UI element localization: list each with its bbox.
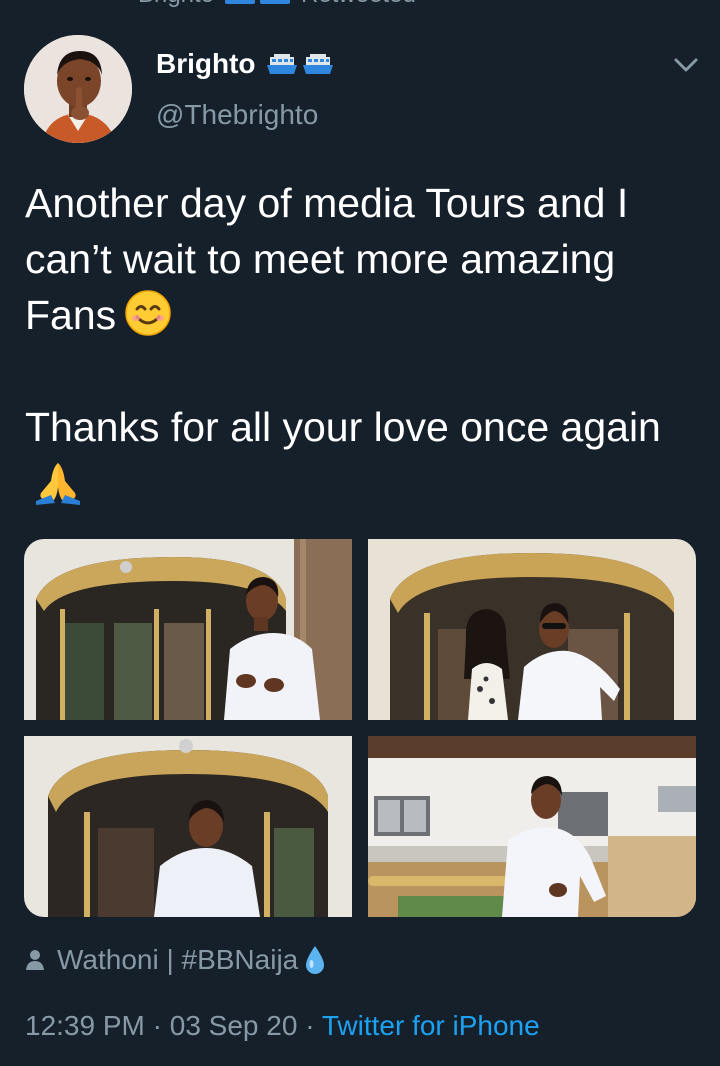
photo-couple-at-revolving-door (368, 539, 696, 720)
retweeter-name: Brighto (138, 0, 214, 9)
photo-man-sitting-at-revolving-door (24, 736, 352, 917)
meta-separator: · (144, 1010, 170, 1041)
media-photo-1[interactable] (24, 539, 352, 720)
tweet-text: Another day of media Tours and I can’t w… (25, 175, 705, 511)
tweet-client-link[interactable]: Twitter for iPhone (322, 1010, 540, 1041)
tweet-date: 03 Sep 20 (169, 1010, 298, 1041)
folded-hands-icon (36, 463, 80, 505)
tweet-paragraph-2: Thanks for all your love once again (25, 399, 705, 511)
person-icon (26, 950, 44, 970)
tweet-paragraph-1: Another day of media Tours and I can’t w… (25, 175, 705, 343)
tweet-paragraph-1-text: Another day of media Tours and I can’t w… (25, 180, 629, 338)
passenger-ship-icon (266, 54, 297, 74)
avatar-image (24, 35, 132, 143)
tweet-meta: 12:39 PM · 03 Sep 20 · Twitter for iPhon… (25, 1010, 540, 1042)
passenger-ship-icon (260, 0, 291, 4)
passenger-ship-icon (225, 0, 256, 4)
passenger-ship-icon (302, 54, 333, 74)
tweet-time: 12:39 PM (25, 1010, 145, 1041)
retweeted-label: Retweeted (301, 0, 416, 9)
tweet-paragraph-2-text: Thanks for all your love once again (25, 404, 661, 450)
tweet-source-line[interactable]: Wathoni | #BBNaija (25, 944, 326, 976)
droplet-icon (306, 946, 325, 974)
author-avatar[interactable] (24, 35, 132, 143)
source-text: Wathoni | #BBNaija (57, 944, 299, 975)
author-display-name[interactable]: Brighto (156, 48, 334, 80)
retweet-header[interactable]: Brighto Retweeted (110, 0, 416, 8)
photo-man-at-revolving-door (24, 539, 352, 720)
photo-man-outside-building (368, 736, 696, 917)
chevron-down-icon[interactable] (673, 56, 699, 74)
display-name-text: Brighto (156, 48, 256, 79)
tweet-detail-page: Brighto Retweeted (0, 0, 720, 1066)
smiling-face-icon (125, 290, 171, 336)
media-photo-4[interactable] (368, 736, 696, 917)
author-handle[interactable]: @Thebrighto (156, 99, 318, 131)
meta-separator: · (297, 1010, 322, 1041)
tweet-media-grid (24, 539, 696, 917)
media-photo-2[interactable] (368, 539, 696, 720)
media-photo-3[interactable] (24, 736, 352, 917)
